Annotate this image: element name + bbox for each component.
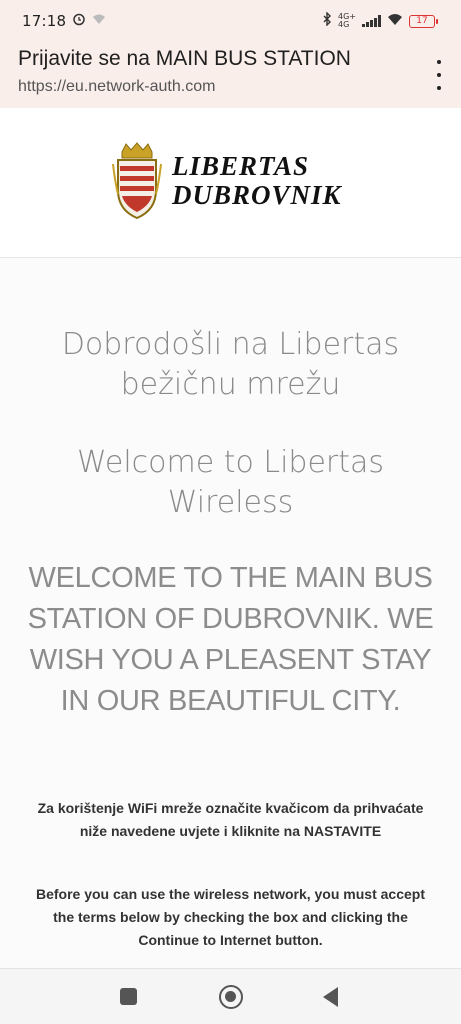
wifi-off-icon: [92, 13, 106, 29]
back-button[interactable]: [323, 987, 338, 1007]
battery-level: 17: [416, 16, 428, 26]
battery-icon: 17: [409, 14, 438, 28]
more-vertical-icon[interactable]: [431, 60, 447, 90]
instruction-english: Before you can use the wireless network,…: [35, 886, 425, 948]
instruction-croatian: Za korištenje WiFi mreže označite kvačic…: [37, 800, 424, 839]
browser-title-bar: Prijavite se na MAIN BUS STATION https:/…: [0, 42, 461, 108]
logo-text: LIBERTAS DUBROVNIK: [172, 152, 342, 210]
network-label-bottom: 4G: [338, 20, 350, 29]
welcome-croatian: Dobrodošli na Libertas bežičnu mrežu: [61, 327, 400, 402]
navigation-bar: [0, 968, 461, 1024]
status-bar-right: 4G+ 4G 17: [322, 11, 438, 30]
home-button[interactable]: [219, 985, 243, 1009]
crest-icon: [112, 142, 162, 220]
logo-line-1: LIBERTAS: [172, 151, 310, 181]
status-bar-left: 17:18: [22, 12, 106, 30]
screen: 17:18 4G+ 4G 17 Prijavite se na MAIN BUS…: [0, 0, 461, 1024]
main-content: Dobrodošli na Libertas bežičnu mrežu Wel…: [0, 259, 461, 967]
network-type: 4G+ 4G: [338, 13, 356, 29]
status-bar: 17:18 4G+ 4G 17: [0, 0, 461, 42]
recent-apps-button[interactable]: [120, 988, 137, 1005]
logo-area: LIBERTAS DUBROVNIK: [0, 108, 461, 258]
page-title: Prijavite se na MAIN BUS STATION: [18, 47, 351, 70]
clock: 17:18: [22, 12, 67, 30]
wifi-icon: [387, 13, 403, 30]
bluetooth-icon: [322, 11, 332, 30]
page-url[interactable]: https://eu.network-auth.com: [18, 78, 215, 96]
alarm-icon: [72, 12, 86, 30]
signal-icon: [362, 15, 381, 27]
welcome-message: WELCOME TO THE MAIN BUS STATION OF DUBRO…: [27, 562, 434, 717]
logo-line-2: DUBROVNIK: [172, 180, 342, 210]
welcome-english: Welcome to Libertas Wireless: [76, 445, 385, 520]
